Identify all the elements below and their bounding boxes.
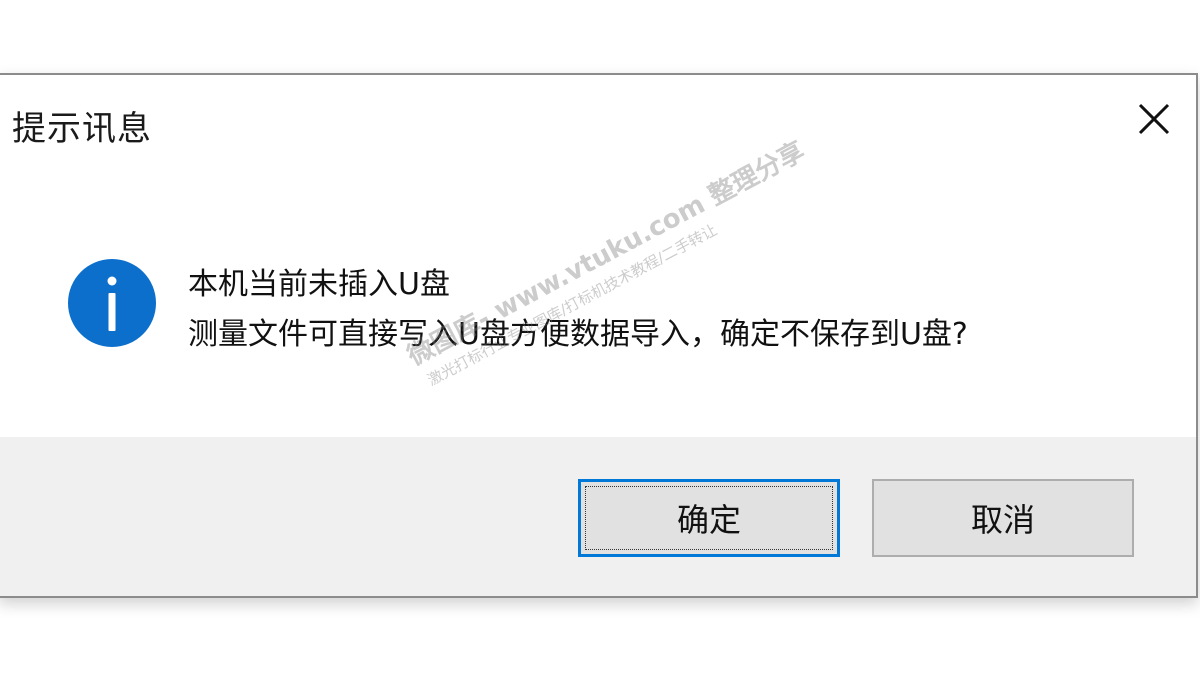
close-icon xyxy=(1138,103,1170,135)
dialog-titlebar: 提示讯息 xyxy=(0,75,1196,171)
message-dialog: 提示讯息 本机当前未插入U盘 测量文件可直接写入U盘方便数据导入，确定不保存到U… xyxy=(0,73,1198,598)
message-line-1: 本机当前未插入U盘 xyxy=(188,267,450,302)
dialog-content: 本机当前未插入U盘 测量文件可直接写入U盘方便数据导入，确定不保存到U盘? xyxy=(0,171,1196,437)
screen: 提示讯息 本机当前未插入U盘 测量文件可直接写入U盘方便数据导入，确定不保存到U… xyxy=(0,0,1200,700)
close-button[interactable] xyxy=(1132,97,1176,141)
ok-button-label: 确定 xyxy=(676,501,741,539)
dialog-button-bar: 确定 取消 xyxy=(0,437,1196,596)
cancel-button-label: 取消 xyxy=(970,501,1035,539)
dialog-title: 提示讯息 xyxy=(12,109,152,149)
info-icon xyxy=(66,257,158,349)
cancel-button[interactable]: 取消 xyxy=(872,479,1134,557)
ok-button[interactable]: 确定 xyxy=(578,479,840,557)
message-line-2: 测量文件可直接写入U盘方便数据导入，确定不保存到U盘? xyxy=(188,317,968,352)
